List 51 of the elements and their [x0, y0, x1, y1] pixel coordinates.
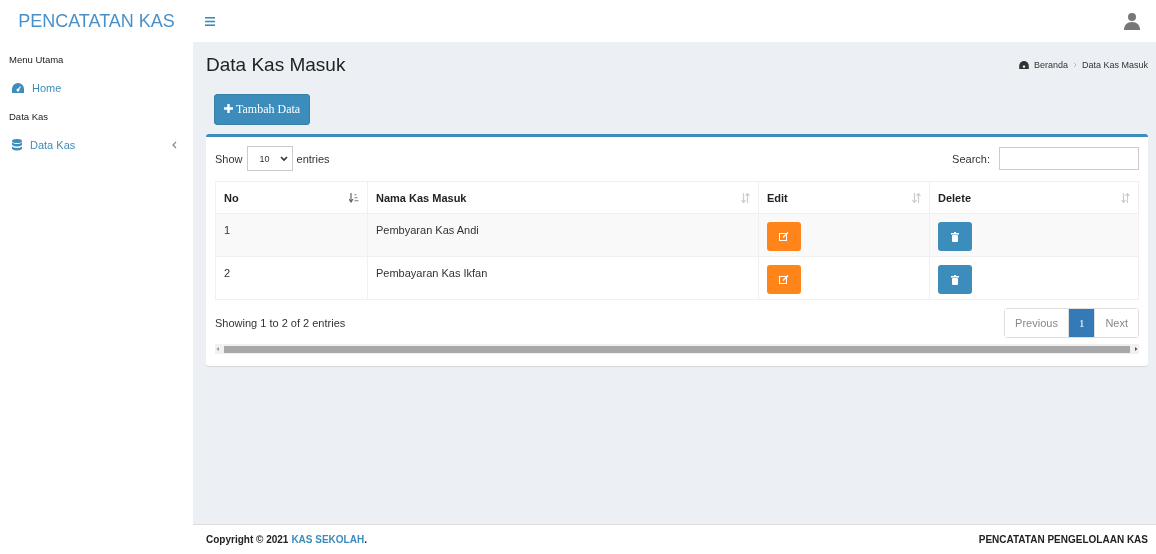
table-cell: 1 — [224, 224, 231, 236]
database-icon — [12, 139, 22, 151]
sort-icon[interactable] — [912, 192, 921, 203]
pagination-button[interactable]: 1 — [1067, 309, 1095, 337]
table-cell: 2 — [224, 267, 231, 279]
page-size-select[interactable]: 10 — [246, 146, 293, 171]
app-title: PENCATATAN KAS — [17, 10, 176, 32]
footer-text: PENCATATAN PENGELOLAAN KAS — [978, 534, 1148, 545]
plus-icon — [224, 104, 233, 113]
breadcrumb-separator-icon — [1072, 62, 1077, 68]
edit-button[interactable] — [767, 265, 801, 294]
dashboard-icon — [12, 83, 24, 93]
table-info: Showing 1 to 2 of 2 entries — [215, 317, 346, 329]
column-header[interactable]: Delete — [938, 191, 972, 204]
trash-icon — [951, 231, 959, 242]
edit-button[interactable] — [767, 222, 801, 251]
pagination-button[interactable]: Next — [1094, 309, 1138, 337]
column-header[interactable]: No — [224, 191, 239, 204]
sidebar-header: Data Kas — [8, 110, 50, 124]
sidebar-item[interactable]: Data Kas — [0, 130, 193, 160]
breadcrumb-item[interactable]: Beranda — [1033, 60, 1068, 70]
edit-icon — [779, 232, 789, 241]
dashboard-icon — [1018, 61, 1029, 69]
horizontal-scrollbar[interactable] — [215, 344, 1139, 354]
sort-icon[interactable] — [1121, 192, 1130, 203]
menu-icon[interactable] — [205, 16, 215, 26]
edit-icon — [779, 275, 789, 284]
copyright-text: Copyright © 2021 — [206, 534, 289, 545]
search-label: Search: — [952, 152, 990, 165]
user-avatar-icon[interactable] — [1124, 12, 1140, 30]
sort-icon[interactable] — [741, 192, 750, 203]
trash-icon — [951, 274, 959, 285]
table-cell: Pembayaran Kas Ikfan — [376, 267, 488, 279]
breadcrumb-item: Data Kas Masuk — [1081, 60, 1148, 70]
scroll-left-icon[interactable] — [215, 346, 221, 352]
entries-label: entries — [296, 152, 330, 165]
search-field[interactable] — [999, 147, 1139, 170]
sidebar-item[interactable]: Home — [0, 73, 193, 103]
table-cell: Pembyaran Kas Andi — [376, 224, 479, 236]
sidebar-header: Menu Utama — [8, 53, 65, 67]
column-header[interactable]: Edit — [767, 191, 788, 204]
delete-button[interactable] — [938, 265, 972, 294]
show-label: Show — [215, 152, 243, 165]
sort-ascending-icon[interactable] — [349, 192, 359, 203]
column-header[interactable]: Nama Kas Masuk — [376, 191, 467, 204]
copyright-text: . — [364, 534, 367, 545]
add-data-button[interactable]: Tambah Data — [214, 94, 311, 125]
scroll-right-icon[interactable] — [1133, 346, 1139, 352]
chevron-down-icon — [279, 155, 288, 162]
delete-button[interactable] — [938, 222, 972, 251]
page-title: Data Kas Masuk — [206, 54, 346, 76]
